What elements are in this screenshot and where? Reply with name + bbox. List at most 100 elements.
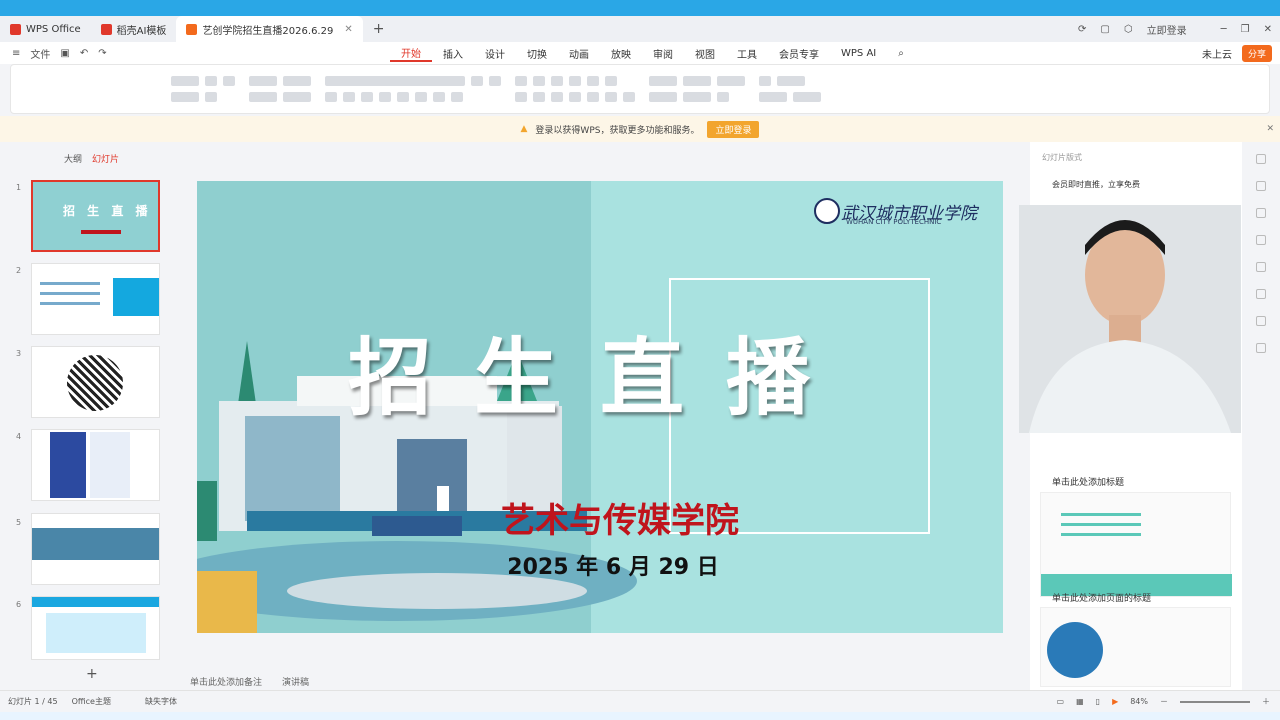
close-icon[interactable]: ✕ xyxy=(1266,124,1274,134)
reading-view-icon[interactable]: ▯ xyxy=(1096,697,1100,706)
layout-icon[interactable] xyxy=(1256,208,1266,218)
ribbon-group-slides xyxy=(249,76,311,102)
search-icon[interactable]: ⌕ xyxy=(887,48,915,59)
right-tool-strip xyxy=(1242,142,1280,690)
menu-vip[interactable]: 会员专享 xyxy=(768,46,830,61)
menu-review[interactable]: 审阅 xyxy=(642,46,684,61)
tab-document[interactable]: 艺创学院招生直播2026.6.29 ✕ xyxy=(176,16,363,42)
main-menus: 开始 插入 设计 切换 动画 放映 审阅 视图 工具 会员专享 WPS AI ⌕ xyxy=(390,45,915,62)
save-icon[interactable]: ▣ xyxy=(60,48,69,59)
slide-thumbnail-3[interactable] xyxy=(31,346,160,418)
media-icon[interactable] xyxy=(1256,316,1266,326)
zoom-slider[interactable] xyxy=(1180,700,1250,703)
slide-canvas[interactable]: 武汉城市职业学院 WUHAN CITY POLYTECHNIC 招生直播 艺术与… xyxy=(197,181,1003,633)
menu-tools[interactable]: 工具 xyxy=(726,46,768,61)
slide-thumbnail-2[interactable] xyxy=(31,263,160,335)
zoom-out-icon[interactable]: － xyxy=(1160,696,1168,707)
normal-view-icon[interactable]: ▭ xyxy=(1057,697,1065,706)
slide-thumbnail-4[interactable] xyxy=(31,429,160,501)
sorter-view-icon[interactable]: ▦ xyxy=(1076,697,1084,706)
menu-icon[interactable]: ≡ xyxy=(12,48,20,59)
warning-icon: ▲ xyxy=(520,124,528,134)
menu-home[interactable]: 开始 xyxy=(390,45,432,62)
cube-icon[interactable]: ⬡ xyxy=(1124,24,1133,35)
ribbon-group-editing xyxy=(759,76,821,102)
vip-banner[interactable]: 会员即时直推，立享免费 xyxy=(1030,163,1242,190)
slide-counter: 幻灯片 1 / 45 xyxy=(8,697,58,706)
close-icon[interactable]: ✕ xyxy=(344,24,352,35)
ribbon-group-clipboard xyxy=(171,76,235,102)
tab-wps-office[interactable]: WPS Office xyxy=(0,16,91,42)
design-icon[interactable] xyxy=(1256,154,1266,164)
slide-subtitle[interactable]: 艺术与传媒学院 xyxy=(197,493,1003,542)
zoom-in-icon[interactable]: ＋ xyxy=(1262,696,1270,707)
speech-draft-button[interactable]: 演讲稿 xyxy=(282,675,309,688)
layout-card-1[interactable] xyxy=(1040,492,1232,597)
window-icon[interactable]: ▢ xyxy=(1100,24,1109,35)
outline-tab[interactable]: 大纲 xyxy=(64,152,82,165)
card-title: 单击此处添加标题 xyxy=(1052,478,1125,488)
restore-icon[interactable]: ❐ xyxy=(1241,24,1250,35)
tab-label: WPS Office xyxy=(26,23,81,35)
card-title: 单击此处添加页面的标题 xyxy=(1052,594,1152,604)
animation-icon[interactable] xyxy=(1256,181,1266,191)
template-logo-icon xyxy=(100,23,112,35)
school-name-en: WUHAN CITY POLYTECHNIC xyxy=(846,218,942,226)
menu-transition[interactable]: 切换 xyxy=(516,46,558,61)
tab-label: 稻壳AI模板 xyxy=(116,25,167,37)
file-menu[interactable]: 文件 xyxy=(30,46,50,61)
menu-design[interactable]: 设计 xyxy=(474,46,516,61)
top-accent-bar xyxy=(0,0,1280,16)
zoom-level[interactable]: 84% xyxy=(1130,697,1148,706)
menu-wps-ai[interactable]: WPS AI xyxy=(830,48,887,59)
panel-header: 幻灯片版式 xyxy=(1042,153,1082,162)
minimize-icon[interactable]: ─ xyxy=(1221,24,1227,35)
menu-insert[interactable]: 插入 xyxy=(432,46,474,61)
format-icon[interactable] xyxy=(1256,235,1266,245)
ribbon-group-paragraph xyxy=(515,76,635,102)
slide-title[interactable]: 招生直播 xyxy=(197,311,1003,432)
missing-font-warning[interactable]: 缺失字体 xyxy=(145,696,177,707)
layout-card-2[interactable] xyxy=(1040,607,1231,687)
menu-slideshow[interactable]: 放映 xyxy=(600,46,642,61)
slide-number: 3 xyxy=(16,349,22,358)
presenter-webcam xyxy=(1019,205,1241,433)
new-tab-icon[interactable]: + xyxy=(373,21,385,37)
slides-tab[interactable]: 幻灯片 xyxy=(92,152,119,165)
ribbon-group-font xyxy=(325,76,501,102)
settings-icon[interactable] xyxy=(1256,343,1266,353)
wps-logo-icon xyxy=(10,23,21,35)
close-window-icon[interactable]: ✕ xyxy=(1264,24,1272,35)
ppt-logo-icon xyxy=(186,23,198,35)
style-icon[interactable] xyxy=(1256,289,1266,299)
menu-animation[interactable]: 动画 xyxy=(558,46,600,61)
slide-number: 6 xyxy=(16,600,22,609)
cloud-status[interactable]: 未上云 xyxy=(1202,46,1232,61)
notify-login-button[interactable]: 立即登录 xyxy=(707,120,760,138)
slide-thumbnail-5[interactable] xyxy=(31,513,160,585)
menu-bar: ≡ 文件 ▣ ↶ ↷ 开始 插入 设计 切换 动画 放映 审阅 视图 工具 会员… xyxy=(0,42,1280,64)
notify-text: 登录以获得WPS，获取更多功能和服务。 xyxy=(535,125,700,136)
window-controls: ⟳ ▢ ⬡ 立即登录 ─ ❐ ✕ xyxy=(1078,16,1272,42)
add-slide-icon[interactable]: + xyxy=(86,666,98,682)
slide-thumbnail-6[interactable] xyxy=(31,596,160,660)
refresh-icon[interactable]: ⟳ xyxy=(1078,24,1086,35)
redo-icon[interactable]: ↷ xyxy=(98,48,106,59)
slide-number: 1 xyxy=(16,183,22,192)
slide-number: 2 xyxy=(16,266,22,275)
notes-bar: 单击此处添加备注 演讲稿 xyxy=(180,672,1030,690)
theme-name: Office主题 xyxy=(71,697,111,706)
slide-thumbnail-1[interactable]: 招 生 直 播 xyxy=(31,180,160,252)
slideshow-icon[interactable]: ▶ xyxy=(1112,697,1118,706)
login-notification: ▲ 登录以获得WPS，获取更多功能和服务。 立即登录 ✕ xyxy=(0,116,1280,142)
comment-icon[interactable] xyxy=(1256,262,1266,272)
ribbon-group-drawing xyxy=(649,76,745,102)
notes-placeholder[interactable]: 单击此处添加备注 xyxy=(190,675,262,688)
share-button[interactable]: 分享 xyxy=(1241,44,1272,62)
undo-icon[interactable]: ↶ xyxy=(80,48,88,59)
slide-date[interactable]: 2025 年 6 月 29 日 xyxy=(197,549,1003,581)
menu-view[interactable]: 视图 xyxy=(684,46,726,61)
slide-number: 4 xyxy=(16,432,22,441)
tab-ai-template[interactable]: 稻壳AI模板 xyxy=(91,16,177,42)
login-link[interactable]: 立即登录 xyxy=(1147,22,1187,37)
